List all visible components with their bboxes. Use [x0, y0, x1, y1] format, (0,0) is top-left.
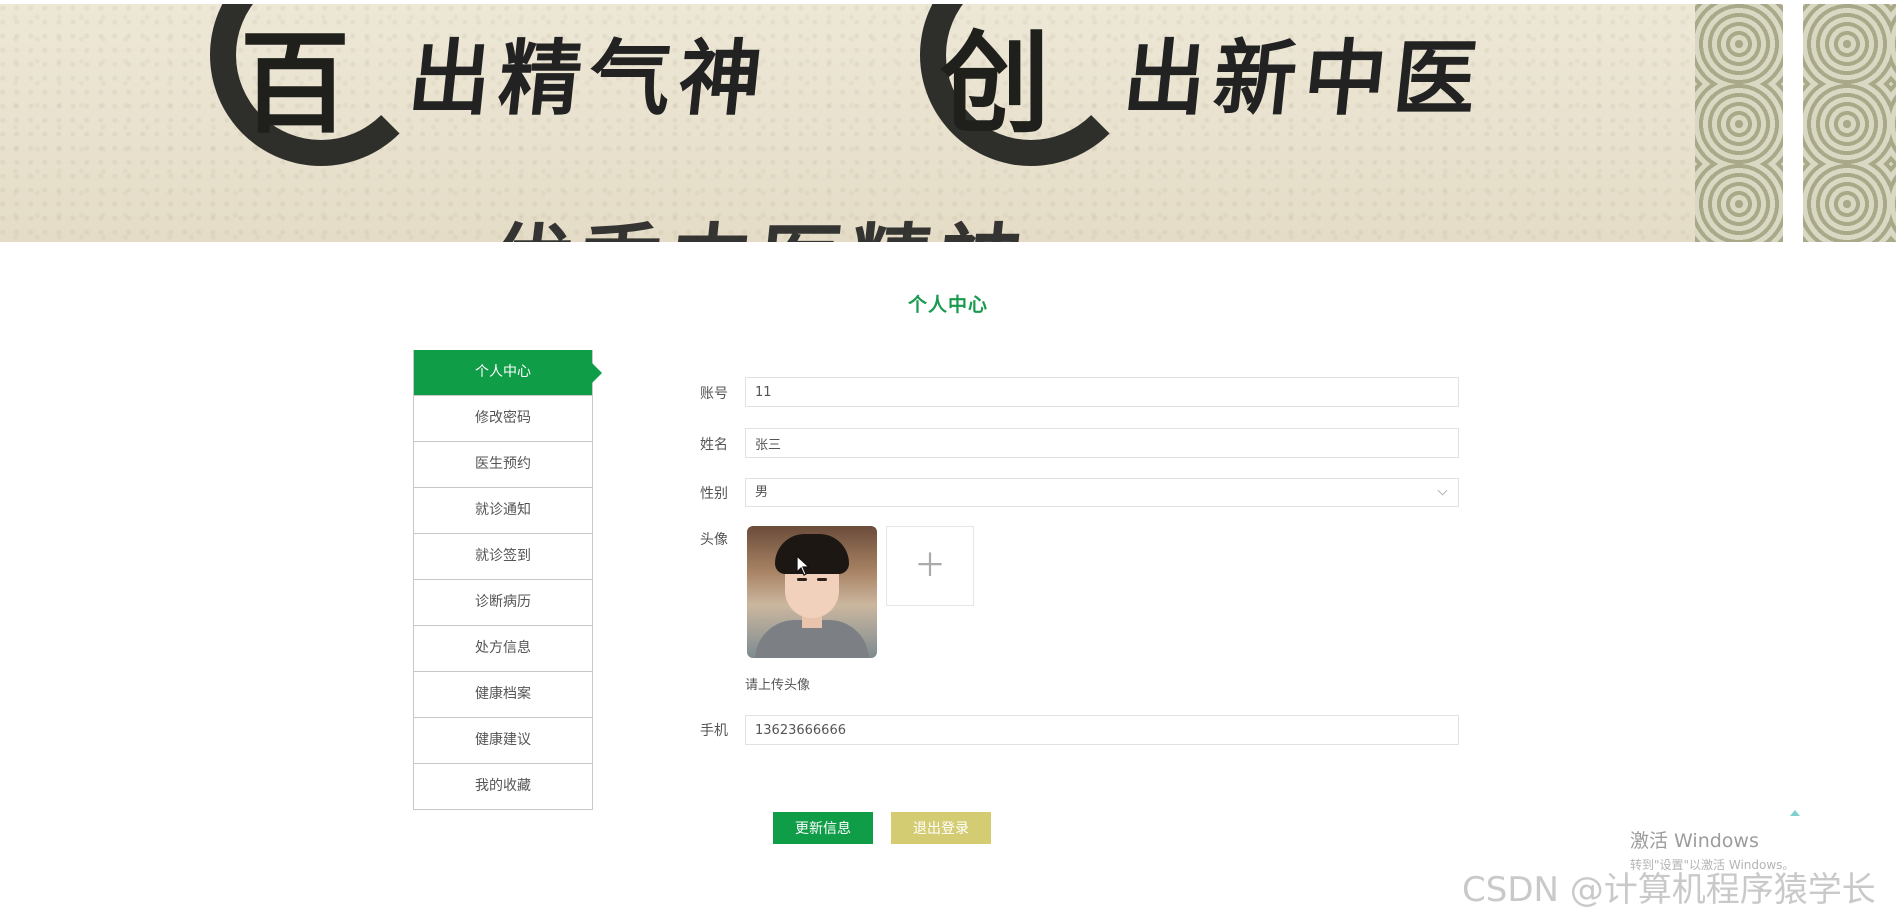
gender-selected-value: 男: [755, 485, 769, 500]
sidebar-item-doctor-appointment[interactable]: 医生预约: [414, 441, 592, 487]
avatar-eye-right: [817, 578, 827, 581]
gender-select[interactable]: 男: [745, 478, 1459, 507]
phone-label: 手机: [700, 723, 728, 739]
sidebar-item-favorites[interactable]: 我的收藏: [414, 763, 592, 809]
windows-activation-title: 激活 Windows: [1630, 830, 1759, 852]
name-input[interactable]: [745, 428, 1459, 458]
phone-input[interactable]: [745, 715, 1459, 745]
banner-swirl-border-right: [1803, 4, 1896, 242]
banner-slogan-bottom: 优秀中医精神: [484, 196, 1037, 242]
sidebar-item-prescriptions[interactable]: 处方信息: [414, 625, 592, 671]
sidebar-item-health-advice[interactable]: 健康建议: [414, 717, 592, 763]
banner-swirl-border: [1695, 4, 1783, 242]
avatar-upload-button[interactable]: ＋: [886, 526, 974, 606]
account-input[interactable]: [745, 377, 1459, 407]
account-label: 账号: [700, 386, 728, 402]
banner-slogan-right: 出新中医: [1119, 31, 1490, 127]
logout-button[interactable]: 退出登录: [891, 812, 991, 844]
chevron-down-icon: [1437, 485, 1448, 496]
sidebar-menu: 个人中心 修改密码 医生预约 就诊通知 就诊签到 诊断病历 处方信息 健康档案 …: [413, 350, 602, 810]
banner-glyph-left: 百: [240, 19, 350, 148]
update-info-button[interactable]: 更新信息: [773, 812, 873, 844]
page-title: 个人中心: [907, 294, 988, 316]
avatar-label: 头像: [700, 532, 728, 548]
gender-label: 性别: [700, 486, 728, 502]
sidebar-item-visit-checkin[interactable]: 就诊签到: [414, 533, 592, 579]
avatar-hair: [775, 534, 849, 574]
plus-icon: ＋: [913, 546, 946, 584]
sidebar-item-change-password[interactable]: 修改密码: [414, 395, 592, 441]
banner-gap: [1783, 4, 1803, 242]
banner-slogan-left: 出精气神: [404, 31, 775, 127]
back-to-top-icon[interactable]: [1790, 810, 1800, 816]
sidebar-item-medical-records[interactable]: 诊断病历: [414, 579, 592, 625]
avatar-eye-left: [797, 578, 807, 581]
avatar-upload-hint: 请上传头像: [745, 678, 811, 693]
banner-glyph-right: 创: [940, 19, 1050, 148]
avatar-image[interactable]: [747, 526, 877, 658]
header-banner: 百 创 出精气神 出新中医 优秀中医精神: [0, 4, 1896, 242]
sidebar-item-visit-notice[interactable]: 就诊通知: [414, 487, 592, 533]
sidebar-item-profile[interactable]: 个人中心: [414, 350, 602, 395]
csdn-watermark: CSDN @计算机程序猿学长: [1462, 870, 1876, 910]
sidebar-item-health-archive[interactable]: 健康档案: [414, 671, 592, 717]
name-label: 姓名: [700, 437, 728, 453]
